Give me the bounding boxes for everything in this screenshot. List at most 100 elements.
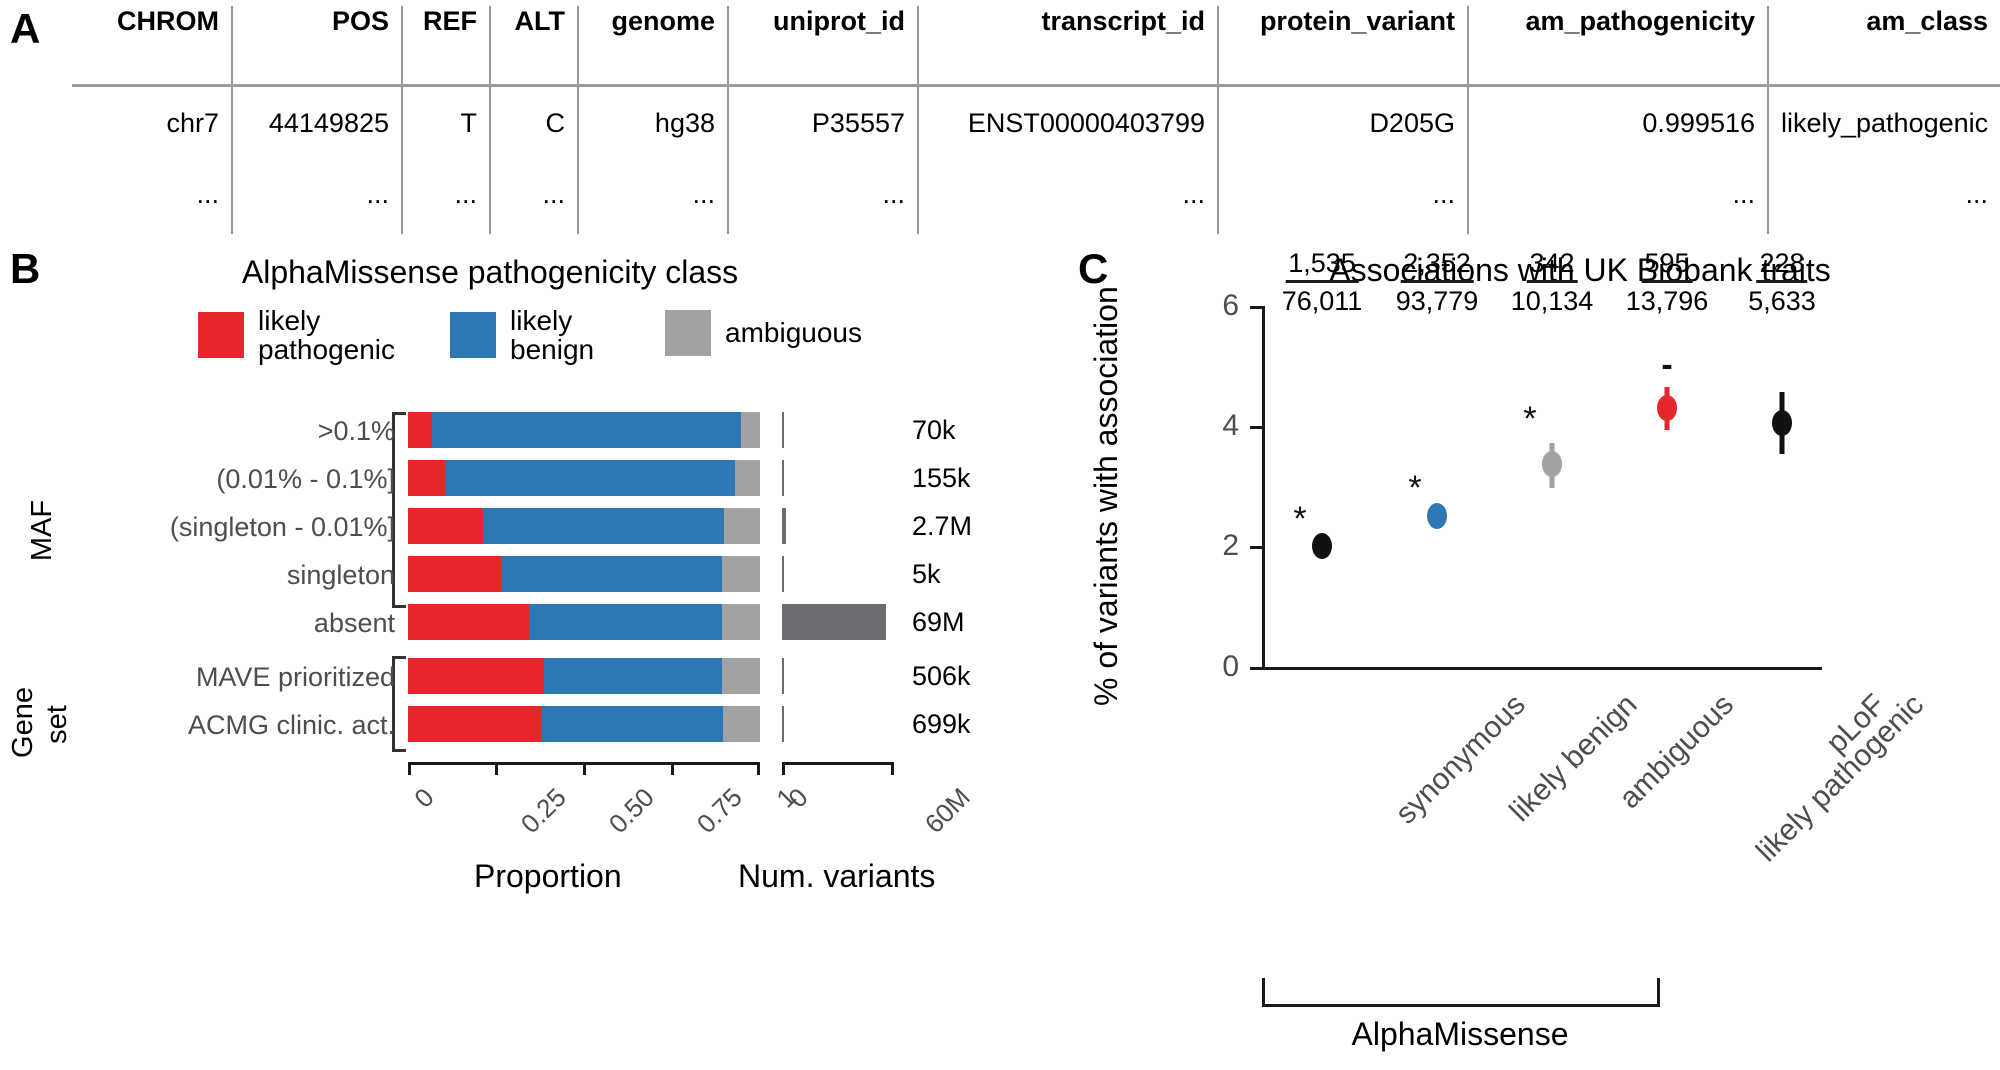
column-header-genome: genome: [578, 6, 729, 80]
fraction-denominator: 76,011: [1281, 286, 1363, 317]
c-y-axis-line: [1262, 306, 1265, 670]
alphamissense-group-bracket: [1262, 978, 1660, 1007]
fraction-numerator: 1,535: [1285, 248, 1359, 284]
bar-segment-likely-benign: [543, 658, 723, 694]
bar-segment-ambiguous: [734, 460, 760, 496]
num-bar-row-5: [782, 658, 784, 694]
cell-protein-variant: D205G: [1218, 80, 1469, 163]
panel-b-row-labels: >0.1% (0.01% - 0.1%] (singleton - 0.01%]…: [120, 406, 395, 770]
figure-root: A CHROM POS REF ALT genome uniprot_id tr…: [0, 0, 2000, 1070]
stacked-bar-row-0: [408, 412, 760, 448]
num-bar-row-2: [782, 508, 786, 544]
legend-swatch-likely-pathogenic: [198, 312, 244, 359]
alphamissense-group-label: AlphaMissense: [1351, 1016, 1569, 1052]
column-header-am-class: am_class: [1866, 6, 1988, 36]
bar-segment-ambiguous: [724, 508, 760, 544]
variant-table: CHROM POS REF ALT genome uniprot_id tran…: [72, 6, 2000, 234]
group-label-set: set: [40, 705, 73, 744]
stacked-bar-row-5: [408, 658, 760, 694]
legend-swatch-likely-benign: [450, 312, 496, 359]
panel-b-pathogenicity-class: AlphaMissense pathogenicity class likely…: [0, 236, 1000, 1070]
c-y-ticklabel-4: 4: [1222, 409, 1239, 442]
data-point-synonymous: [1312, 533, 1332, 559]
panel-letter-a: A: [10, 5, 41, 52]
num-bar-row-3: [782, 556, 784, 592]
variant-table-grid: CHROM POS REF ALT genome uniprot_id tran…: [72, 6, 2000, 234]
panel-b-legend: likely pathogenic likely benign ambiguou…: [120, 306, 880, 386]
fraction-annotation-ambiguous: 342 10,134: [1511, 248, 1594, 316]
fraction-denominator: 10,134: [1510, 286, 1594, 317]
cell-am-class: likely_pathogenic: [1781, 108, 1989, 138]
column-header-transcript-id: transcript_id: [918, 6, 1219, 80]
row-label-maf-absent: absent: [313, 608, 395, 638]
cell-pos-ellipsis: ...: [232, 163, 403, 234]
num-variants-label-6: 699k: [912, 709, 971, 739]
table-row-ellipsis: ... ... ... ... ... ... ... ... ... ...: [72, 163, 2000, 234]
c-x-axis-line: [1262, 667, 1822, 670]
cell-am-class-ellipsis: ...: [1965, 179, 1988, 209]
bar-segment-likely-pathogenic: [408, 412, 432, 448]
num-bar-row-6: [782, 706, 784, 742]
row-label-maf-singleton-001: (singleton - 0.01%]: [169, 512, 395, 542]
data-point-likely-pathogenic: [1657, 395, 1677, 421]
proportion-tick-2: [583, 762, 586, 775]
fraction-denominator: 5,633: [1748, 286, 1816, 317]
bar-segment-ambiguous: [723, 706, 760, 742]
proportion-tick-0: [408, 762, 411, 775]
legend-item-likely-benign: likely benign: [450, 306, 594, 365]
stacked-bar-row-3: [408, 556, 760, 592]
cell-am-pathogenicity-ellipsis: ...: [1468, 163, 1769, 234]
proportion-chart: 0 0.25 0.50 0.75 1 Proportion: [408, 406, 802, 894]
fraction-numerator: 2,352: [1400, 248, 1474, 284]
proportion-tick-3: [671, 762, 674, 775]
legend-label-likely-pathogenic-line1: likely: [258, 305, 321, 336]
significance-marker-synonymous: *: [1293, 500, 1307, 538]
data-point-ambiguous: [1542, 451, 1562, 477]
proportion-ticklabel-3: 0.75: [690, 782, 748, 839]
group-label-maf: MAF: [26, 499, 59, 562]
row-label-maf-gt01: >0.1%: [317, 416, 395, 446]
column-header-alt: ALT: [490, 6, 579, 80]
bar-segment-ambiguous: [741, 412, 760, 448]
fraction-denominator: 93,779: [1395, 286, 1479, 317]
row-label-maf-singleton: singleton: [286, 560, 395, 590]
panel-c-y-axis-label: % of variants with association: [1088, 286, 1124, 706]
num-variants-label-1: 155k: [912, 463, 971, 493]
proportion-tick-1: [495, 762, 498, 775]
cell-am-pathogenicity: 0.999516: [1468, 80, 1769, 163]
c-y-tick-6: [1250, 306, 1264, 309]
column-header-ref: REF: [402, 6, 491, 80]
c-y-tick-4: [1250, 426, 1264, 429]
bar-segment-likely-pathogenic: [408, 604, 529, 640]
legend-item-ambiguous: ambiguous: [665, 310, 862, 356]
cell-alt: C: [490, 80, 579, 163]
legend-label-ambiguous-line1: ambiguous: [725, 317, 862, 349]
bar-segment-likely-pathogenic: [408, 460, 447, 496]
bar-segment-likely-pathogenic: [408, 706, 543, 742]
row-label-maf-001-01: (0.01% - 0.1%]: [216, 464, 395, 494]
num-bar-row-1: [782, 460, 784, 496]
column-header-chrom: CHROM: [72, 6, 233, 80]
proportion-tick-4: [757, 762, 760, 775]
num-bar-row-4: [782, 604, 886, 640]
c-y-ticklabel-2: 2: [1222, 529, 1239, 562]
num-variants-tick-0: [782, 762, 785, 775]
stacked-bar-row-1: [408, 460, 760, 496]
fraction-annotation-likely-pathogenic: 595 13,796: [1626, 248, 1709, 316]
panel-b-plot: MAF Gene set >0.1% (0.01% - 0.1%] (singl…: [7, 406, 976, 894]
legend-label-likely-pathogenic-line2: pathogenic: [258, 334, 396, 366]
cell-chrom: chr7: [72, 80, 233, 163]
c-y-ticklabel-6: 6: [1222, 289, 1239, 322]
table-header-rule: [72, 84, 2000, 87]
panel-c-plot: 0 2 4 6 1,535 76,011 2,352 93,779 342 10…: [1190, 248, 1930, 868]
bar-segment-likely-pathogenic: [408, 508, 484, 544]
num-variants-x-axis: [782, 762, 894, 765]
fraction-denominator: 13,796: [1625, 286, 1709, 317]
row-label-geneset-mave: MAVE prioritized: [195, 662, 395, 692]
stacked-bar-row-6: [408, 706, 760, 742]
bar-segment-ambiguous: [721, 604, 760, 640]
bar-segment-likely-benign: [502, 556, 723, 592]
fraction-annotation-synonymous: 1,535 76,011: [1282, 248, 1363, 316]
legend-item-likely-pathogenic: likely pathogenic: [198, 306, 395, 365]
column-header-pos: POS: [232, 6, 403, 80]
